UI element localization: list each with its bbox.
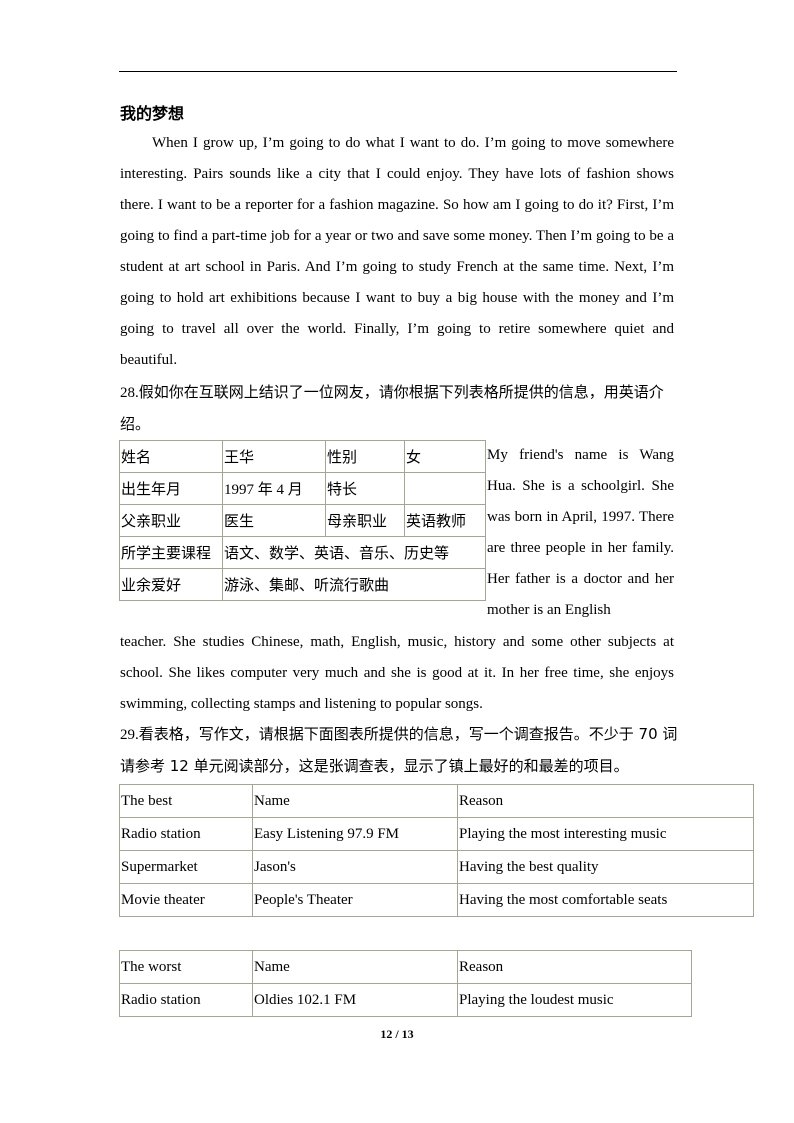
table-row: Supermarket Jason's Having the best qual… bbox=[119, 850, 754, 884]
table-cell: Having the most comfortable seats bbox=[457, 883, 754, 917]
table-header-cell: Name bbox=[252, 950, 458, 984]
table-cell: 王华 bbox=[222, 440, 326, 473]
table-row: 业余爱好 游泳、集邮、听流行歌曲 bbox=[119, 568, 486, 601]
table-header-cell: The best bbox=[119, 784, 253, 818]
table-cell: 姓名 bbox=[119, 440, 223, 473]
worst-survey-table: The worst Name Reason Radio station Oldi… bbox=[119, 950, 692, 1017]
essay-paragraph: When I grow up, I’m going to do what I w… bbox=[120, 135, 674, 368]
question-29: 29.看表格，写作文，请根据下面图表所提供的信息，写一个调查报告。不少于 70 … bbox=[120, 719, 680, 782]
table-cell: 女 bbox=[404, 440, 486, 473]
table-cell: Radio station bbox=[119, 983, 253, 1017]
table-cell: Having the best quality bbox=[457, 850, 754, 884]
table-cell: Supermarket bbox=[119, 850, 253, 884]
essay-title: 我的梦想 bbox=[120, 104, 185, 123]
table-row: Radio station Oldies 102.1 FM Playing th… bbox=[119, 983, 692, 1017]
table-cell: 性别 bbox=[325, 440, 405, 473]
table-cell: Movie theater bbox=[119, 883, 253, 917]
table-row: 姓名 王华 性别 女 bbox=[119, 440, 486, 473]
table-cell: People's Theater bbox=[252, 883, 458, 917]
table-header-cell: Reason bbox=[457, 784, 754, 818]
table-cell: 语文、数学、英语、音乐、历史等 bbox=[222, 536, 486, 569]
best-survey-table: The best Name Reason Radio station Easy … bbox=[119, 784, 754, 917]
table-cell: Playing the most interesting music bbox=[457, 817, 754, 851]
table-header-row: The best Name Reason bbox=[119, 784, 754, 818]
table-row: 父亲职业 医生 母亲职业 英语教师 bbox=[119, 504, 486, 537]
question-text: 看表格，写作文，请根据下面图表所提供的信息，写一个调查报告。不少于 70 词请参… bbox=[120, 725, 678, 775]
table-row: 出生年月 1997 年 4 月 特长 bbox=[119, 472, 486, 505]
table-cell: 出生年月 bbox=[119, 472, 223, 505]
table-header-row: The worst Name Reason bbox=[119, 950, 692, 984]
friend-info-table: 姓名 王华 性别 女 出生年月 1997 年 4 月 特长 父亲职业 医生 母亲… bbox=[119, 440, 486, 601]
question-28: 28.假如你在互联网上结识了一位网友，请你根据下列表格所提供的信息，用英语介绍。 bbox=[120, 377, 680, 440]
table-cell: Easy Listening 97.9 FM bbox=[252, 817, 458, 851]
table-header-cell: Name bbox=[252, 784, 458, 818]
question-text: 假如你在互联网上结识了一位网友，请你根据下列表格所提供的信息，用英语介绍。 bbox=[120, 383, 664, 433]
table-row: Movie theater People's Theater Having th… bbox=[119, 883, 754, 917]
table-cell: 父亲职业 bbox=[119, 504, 223, 537]
answer-28-side-text: My friend's name is Wang Hua. She is a s… bbox=[487, 447, 674, 618]
header-rule bbox=[119, 71, 677, 72]
table-cell: 医生 bbox=[222, 504, 326, 537]
table-cell: 母亲职业 bbox=[325, 504, 405, 537]
question-number: 29. bbox=[120, 727, 139, 743]
table-cell: 特长 bbox=[325, 472, 405, 505]
table-cell: Oldies 102.1 FM bbox=[252, 983, 458, 1017]
question-number: 28. bbox=[120, 385, 139, 401]
table-row: 所学主要课程 语文、数学、英语、音乐、历史等 bbox=[119, 536, 486, 569]
table-cell: 1997 年 4 月 bbox=[222, 472, 326, 505]
page-number: 12 / 13 bbox=[380, 1027, 414, 1041]
table-row: Radio station Easy Listening 97.9 FM Pla… bbox=[119, 817, 754, 851]
table-cell: 游泳、集邮、听流行歌曲 bbox=[222, 568, 486, 601]
table-cell: 英语教师 bbox=[404, 504, 486, 537]
table-cell: Playing the loudest music bbox=[457, 983, 692, 1017]
table-cell: 业余爱好 bbox=[119, 568, 223, 601]
table-header-cell: Reason bbox=[457, 950, 692, 984]
table-cell bbox=[404, 472, 486, 505]
table-cell: 所学主要课程 bbox=[119, 536, 223, 569]
answer-28-text: teacher. She studies Chinese, math, Engl… bbox=[120, 634, 674, 712]
table-header-cell: The worst bbox=[119, 950, 253, 984]
table-cell: Jason's bbox=[252, 850, 458, 884]
table-cell: Radio station bbox=[119, 817, 253, 851]
